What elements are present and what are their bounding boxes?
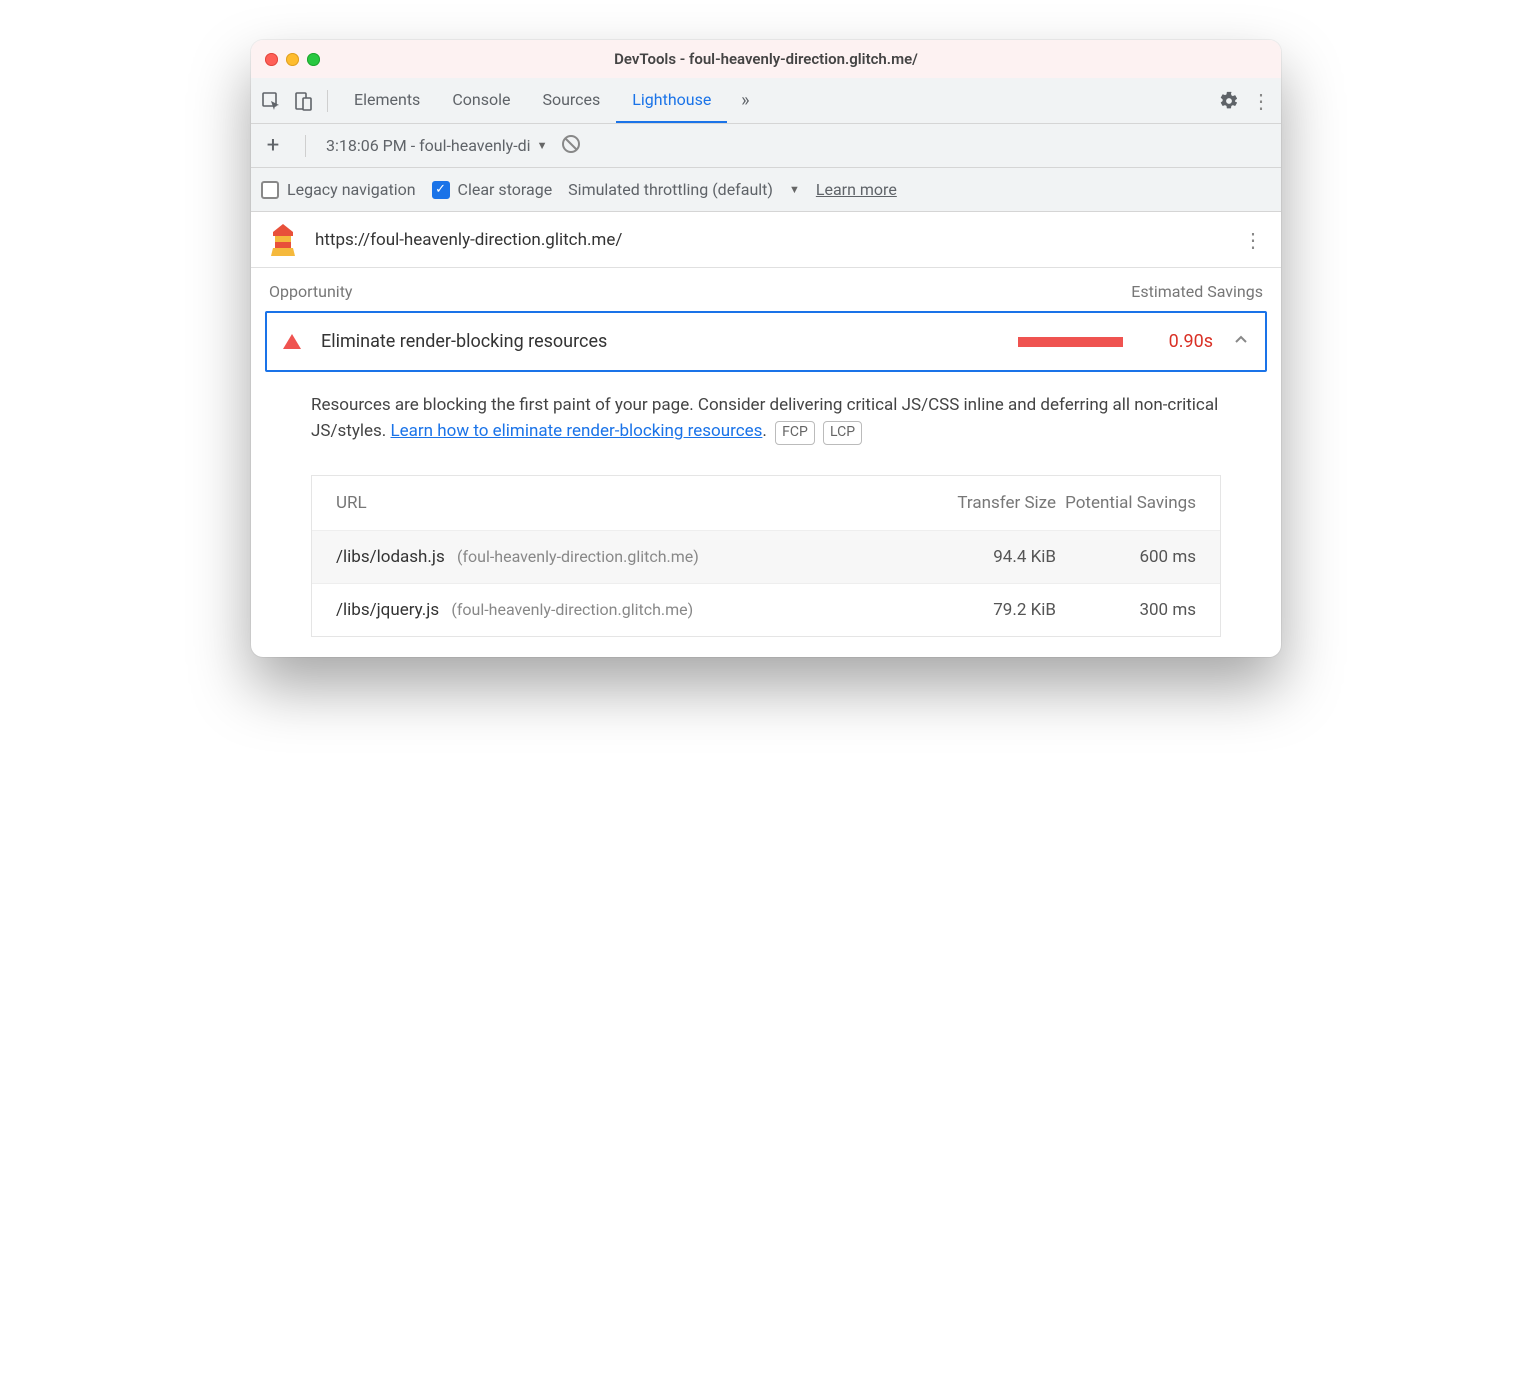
clear-storage-label: Clear storage <box>458 180 553 199</box>
checkbox-unchecked-icon <box>261 181 279 199</box>
table-header-row: URL Transfer Size Potential Savings <box>312 476 1220 530</box>
resource-path[interactable]: /libs/jquery.js <box>336 600 439 620</box>
opportunity-savings-value: 0.90s <box>1143 331 1213 352</box>
panel-tabs: Elements Console Sources Lighthouse <box>338 78 727 123</box>
resource-path[interactable]: /libs/lodash.js <box>336 547 445 567</box>
close-window-button[interactable] <box>265 53 278 66</box>
tab-lighthouse[interactable]: Lighthouse <box>616 78 727 123</box>
lighthouse-report-bar: + 3:18:06 PM - foul-heavenly-di ▼ <box>251 124 1281 168</box>
learn-more-link[interactable]: Learn more <box>816 180 897 199</box>
resources-table: URL Transfer Size Potential Savings /lib… <box>311 475 1221 637</box>
new-report-button[interactable]: + <box>261 133 285 158</box>
resource-transfer-size: 94.4 KiB <box>926 547 1056 567</box>
col-savings-header: Potential Savings <box>1056 492 1196 514</box>
dropdown-triangle-icon: ▼ <box>537 139 548 152</box>
traffic-lights <box>265 53 320 66</box>
report-menu-icon[interactable]: ⋮ <box>1243 230 1263 250</box>
opportunity-title: Eliminate render-blocking resources <box>321 331 607 352</box>
tab-sources[interactable]: Sources <box>526 78 616 123</box>
main-toolbar: Elements Console Sources Lighthouse » ⋮ <box>251 78 1281 124</box>
more-tabs-icon[interactable]: » <box>731 87 759 115</box>
inspect-element-icon[interactable] <box>257 87 285 115</box>
savings-bar <box>1018 337 1123 347</box>
more-options-icon[interactable]: ⋮ <box>1247 87 1275 115</box>
legacy-navigation-label: Legacy navigation <box>287 180 416 199</box>
resource-transfer-size: 79.2 KiB <box>926 600 1056 620</box>
clear-report-icon[interactable] <box>561 134 581 158</box>
toolbar-divider <box>327 90 328 112</box>
secbar-divider <box>305 135 306 157</box>
description-learn-link[interactable]: Learn how to eliminate render-blocking r… <box>391 421 763 441</box>
titlebar: DevTools - foul-heavenly-direction.glitc… <box>251 40 1281 78</box>
table-row: /libs/jquery.js (foul-heavenly-direction… <box>312 583 1220 636</box>
lighthouse-logo-icon <box>269 224 297 256</box>
report-url-bar: https://foul-heavenly-direction.glitch.m… <box>251 212 1281 268</box>
lighthouse-options-bar: Legacy navigation Clear storage Simulate… <box>251 168 1281 212</box>
device-toolbar-icon[interactable] <box>289 87 317 115</box>
window-title: DevTools - foul-heavenly-direction.glitc… <box>251 50 1281 68</box>
devtools-window: DevTools - foul-heavenly-direction.glitc… <box>251 40 1281 657</box>
resource-host: (foul-heavenly-direction.glitch.me) <box>451 600 693 619</box>
table-row: /libs/lodash.js (foul-heavenly-direction… <box>312 530 1220 583</box>
minimize-window-button[interactable] <box>286 53 299 66</box>
report-selector-label: 3:18:06 PM - foul-heavenly-di <box>326 136 531 155</box>
throttling-label: Simulated throttling (default) <box>568 180 773 199</box>
clear-storage-checkbox[interactable]: Clear storage <box>432 180 553 199</box>
checkbox-checked-icon <box>432 181 450 199</box>
metric-chip-fcp: FCP <box>775 421 815 445</box>
throttling-dropdown-icon[interactable]: ▼ <box>789 183 800 196</box>
legacy-navigation-checkbox[interactable]: Legacy navigation <box>261 180 416 199</box>
metric-chip-lcp: LCP <box>823 421 862 445</box>
opportunity-header-label: Opportunity <box>269 282 353 301</box>
description-text-post: . <box>762 421 766 441</box>
col-url-header: URL <box>336 493 926 513</box>
col-transfer-header: Transfer Size <box>926 492 1056 514</box>
report-selector[interactable]: 3:18:06 PM - foul-heavenly-di ▼ <box>326 136 547 155</box>
tab-console[interactable]: Console <box>436 78 526 123</box>
opportunities-header: Opportunity Estimated Savings <box>251 268 1281 311</box>
tab-elements[interactable]: Elements <box>338 78 436 123</box>
resource-host: (foul-heavenly-direction.glitch.me) <box>457 547 699 566</box>
resource-potential-savings: 300 ms <box>1056 600 1196 620</box>
collapse-chevron-icon[interactable] <box>1233 332 1249 352</box>
fail-triangle-icon <box>283 334 301 349</box>
opportunity-description: Resources are blocking the first paint o… <box>251 372 1281 457</box>
maximize-window-button[interactable] <box>307 53 320 66</box>
estimated-savings-header-label: Estimated Savings <box>1131 282 1263 301</box>
settings-gear-icon[interactable] <box>1215 87 1243 115</box>
report-url: https://foul-heavenly-direction.glitch.m… <box>315 230 622 250</box>
opportunity-row[interactable]: Eliminate render-blocking resources 0.90… <box>265 311 1267 372</box>
resource-potential-savings: 600 ms <box>1056 547 1196 567</box>
